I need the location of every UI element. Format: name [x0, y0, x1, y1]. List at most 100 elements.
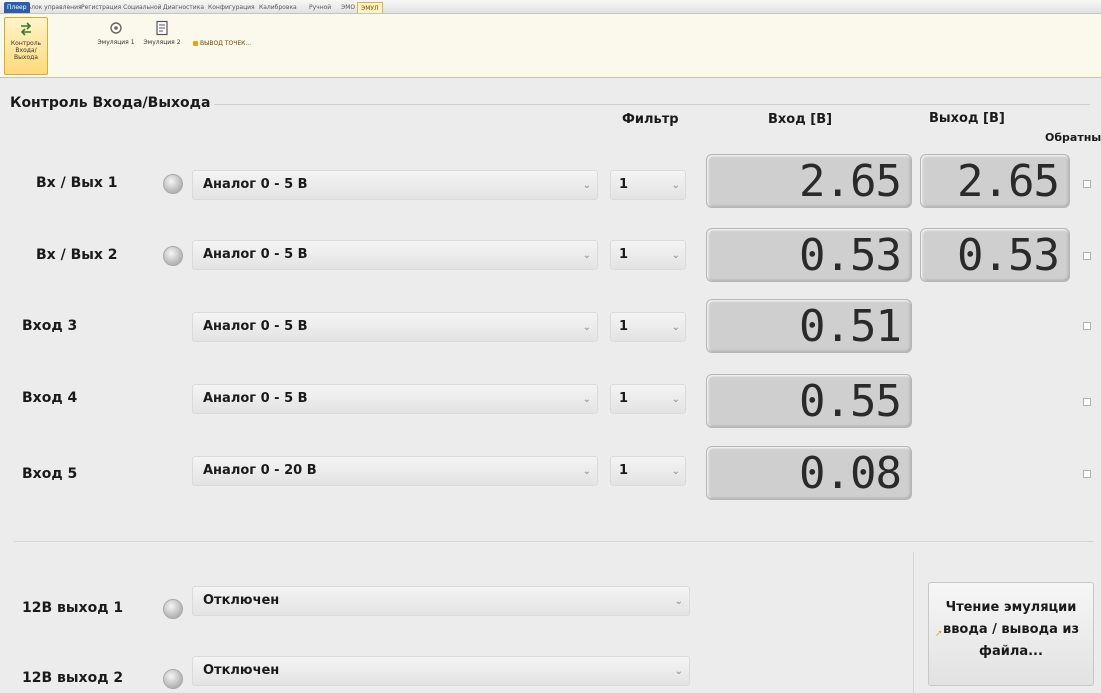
input-5-reverse-checkbox[interactable]: [1083, 470, 1091, 478]
io-arrows-icon: [20, 22, 32, 36]
io-2-status-indicator[interactable]: [163, 246, 183, 266]
input-5-value: 0.08: [799, 448, 902, 499]
read-emulation-from-file-button[interactable]: ➚ Чтение эмуляции ввода / вывода из файл…: [928, 582, 1094, 686]
input-4-filter-select[interactable]: 1 ⌄: [610, 384, 686, 414]
io-1-reverse-checkbox[interactable]: [1083, 180, 1091, 188]
output-12v-2-mode-value: Отключен: [203, 663, 280, 678]
io-1-filter-value: 1: [619, 177, 629, 192]
tab-calibration[interactable]: Калибровка: [256, 2, 300, 13]
chevron-down-icon: ⌄: [671, 180, 680, 191]
io-1-filter-select[interactable]: 1 ⌄: [610, 170, 686, 200]
input-column-header: Вход [В]: [768, 112, 833, 127]
section-divider: [14, 541, 1094, 542]
chevron-down-icon: ⌄: [671, 466, 680, 477]
input-4-mode-select[interactable]: Аналог 0 - 5 В ⌄: [192, 384, 598, 414]
read-button-line-3: файла...: [979, 644, 1043, 659]
chevron-down-icon: ⌄: [671, 394, 680, 405]
group-title: Контроль Входа/Выхода: [10, 95, 215, 111]
chevron-down-icon: ⌄: [582, 394, 591, 405]
output-column-header: Выход [В]: [929, 111, 1005, 126]
ribbon-tab-strip: Плеер Блок управления Регистрация Социал…: [0, 0, 1101, 14]
input-5-label: Вход 5: [22, 466, 78, 482]
output-12v-1-label: 12В выход 1: [22, 600, 124, 616]
io-2-mode-select[interactable]: Аналог 0 - 5 В ⌄: [192, 240, 598, 270]
ribbon-panel: Контроль Входа/Выхода Эмуляция 1 Эмуляци…: [0, 14, 1101, 78]
chevron-down-icon: ⌄: [582, 322, 591, 333]
input-4-mode-value: Аналог 0 - 5 В: [203, 391, 308, 406]
read-button-line-1: Чтение эмуляции: [945, 600, 1077, 615]
tab-emulation[interactable]: ЭМУЛ: [357, 2, 383, 13]
io-2-input-display: 0.53: [706, 228, 912, 282]
tab-configuration[interactable]: Конфигурация: [205, 2, 258, 13]
io-1-label: Вх / Вых 1: [36, 175, 118, 191]
input-5-display: 0.08: [706, 446, 912, 500]
points-output-small-button[interactable]: ВЫВОД ТОЧЕК...: [193, 40, 251, 47]
io-2-mode-value: Аналог 0 - 5 В: [203, 247, 308, 262]
input-4-filter-value: 1: [619, 391, 629, 406]
io-2-output-value: 0.53: [957, 230, 1060, 281]
ribbon-button-label: Контроль: [10, 40, 42, 47]
output-12v-2-mode-select[interactable]: Отключен ⌄: [192, 656, 690, 686]
tab-diagnostics[interactable]: Диагностика: [160, 2, 207, 13]
reverse-column-header: Обратный: [1045, 131, 1101, 144]
io-control-ribbon-button[interactable]: Контроль Входа/Выхода: [4, 17, 48, 75]
chevron-down-icon: ⌄: [582, 250, 591, 261]
chevron-down-icon: ⌄: [671, 322, 680, 333]
io-1-mode-select[interactable]: Аналог 0 - 5 В ⌄: [192, 170, 598, 200]
chevron-down-icon: ⌄: [582, 466, 591, 477]
emulation-2-ribbon-button[interactable]: Эмуляция 2: [140, 17, 184, 75]
input-5-filter-select[interactable]: 1 ⌄: [610, 456, 686, 486]
tab-control-unit[interactable]: Блок управления: [24, 2, 85, 13]
input-3-mode-value: Аналог 0 - 5 В: [203, 319, 308, 334]
filter-column-header: Фильтр: [622, 112, 679, 127]
input-4-reverse-checkbox[interactable]: [1083, 398, 1091, 406]
input-4-display: 0.55: [706, 374, 912, 428]
input-3-value: 0.51: [799, 301, 902, 352]
input-3-reverse-checkbox[interactable]: [1083, 322, 1091, 330]
io-2-filter-value: 1: [619, 247, 629, 262]
ribbon-button-label: Эмуляция 2: [143, 39, 181, 46]
tab-manual[interactable]: Ручной: [306, 2, 334, 13]
input-3-display: 0.51: [706, 299, 912, 353]
ribbon-button-label: Входа/Выхода: [14, 47, 38, 61]
io-2-input-value: 0.53: [799, 230, 902, 281]
emulation-1-ribbon-button[interactable]: Эмуляция 1: [94, 17, 138, 75]
io-2-label: Вх / Вых 2: [36, 247, 118, 263]
arrow-icon: ➚: [935, 629, 943, 639]
output-12v-1-mode-select[interactable]: Отключен ⌄: [192, 586, 690, 616]
ribbon-button-label: Эмуляция 1: [97, 39, 135, 46]
input-5-filter-value: 1: [619, 463, 629, 478]
chevron-down-icon: ⌄: [671, 250, 680, 261]
vertical-divider: [913, 552, 914, 693]
input-3-label: Вход 3: [22, 318, 78, 334]
chevron-down-icon: ⌄: [674, 666, 683, 677]
chevron-down-icon: ⌄: [674, 596, 683, 607]
io-1-input-value: 2.65: [799, 156, 902, 207]
document-icon: [156, 20, 168, 36]
io-1-output-value: 2.65: [957, 156, 1060, 207]
output-12v-1-status-indicator[interactable]: [163, 599, 183, 619]
io-1-mode-value: Аналог 0 - 5 В: [203, 177, 308, 192]
points-output-icon: [193, 41, 198, 46]
tab-registration[interactable]: Регистрация Социальной: [78, 2, 165, 13]
input-5-mode-select[interactable]: Аналог 0 - 20 В ⌄: [192, 456, 598, 486]
input-4-label: Вход 4: [22, 390, 78, 406]
points-output-label: ВЫВОД ТОЧЕК...: [200, 40, 252, 47]
read-button-line-2: ввода / вывода из: [942, 622, 1080, 637]
io-2-filter-select[interactable]: 1 ⌄: [610, 240, 686, 270]
output-12v-2-label: 12В выход 2: [22, 670, 124, 686]
output-12v-1-mode-value: Отключен: [203, 593, 280, 608]
io-2-output-display: 0.53: [920, 228, 1070, 282]
input-5-mode-value: Аналог 0 - 20 В: [203, 463, 317, 478]
input-3-filter-value: 1: [619, 319, 629, 334]
io-1-input-display: 2.65: [706, 154, 912, 208]
io-2-reverse-checkbox[interactable]: [1083, 252, 1091, 260]
input-4-value: 0.55: [799, 376, 902, 427]
tab-emo[interactable]: ЭМО: [338, 2, 358, 13]
io-1-output-display: 2.65: [920, 154, 1070, 208]
chevron-down-icon: ⌄: [582, 180, 591, 191]
io-1-status-indicator[interactable]: [163, 174, 183, 194]
input-3-filter-select[interactable]: 1 ⌄: [610, 312, 686, 342]
output-12v-2-status-indicator[interactable]: [163, 669, 183, 689]
input-3-mode-select[interactable]: Аналог 0 - 5 В ⌄: [192, 312, 598, 342]
